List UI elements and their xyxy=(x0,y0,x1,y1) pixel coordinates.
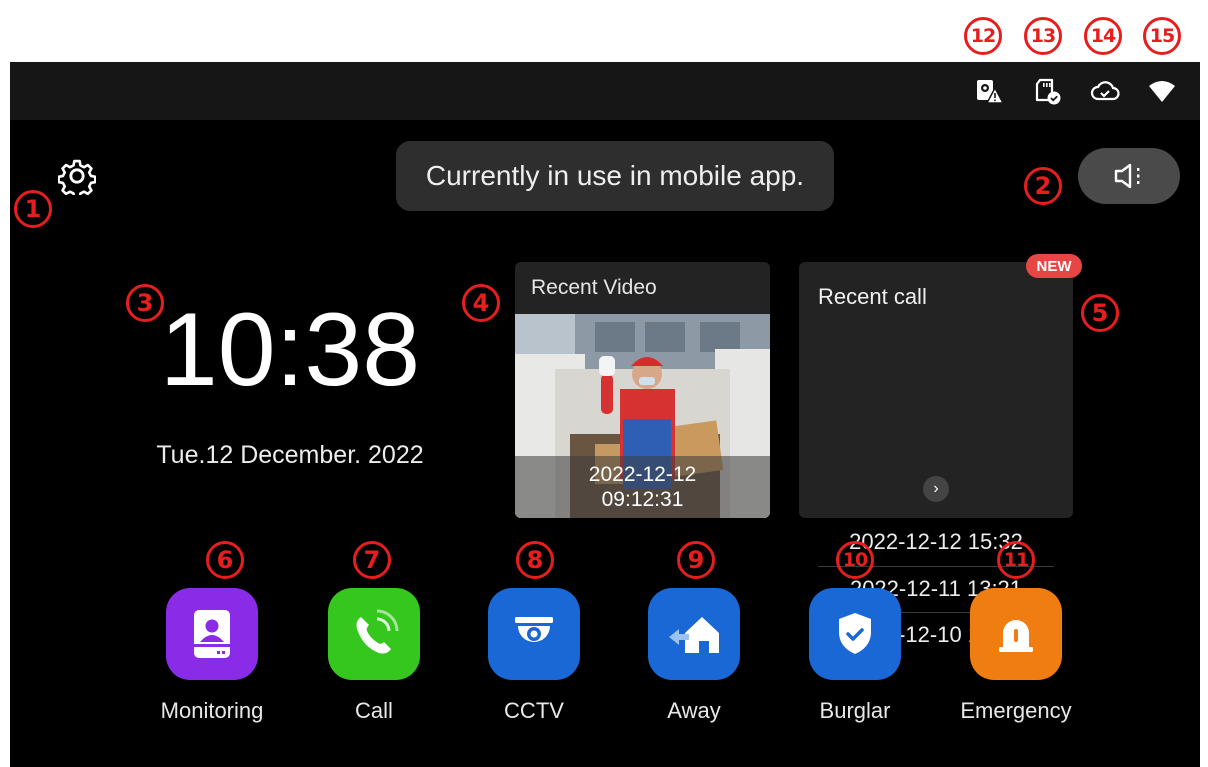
app-away-label: Away xyxy=(667,698,721,723)
clock-date: Tue.12 December. 2022 xyxy=(156,441,424,469)
speaker-icon xyxy=(1114,163,1140,189)
callout-7: 7 xyxy=(353,541,391,579)
callout-1: 1 xyxy=(14,190,52,228)
callout-11: 11 xyxy=(997,541,1035,579)
new-badge: NEW xyxy=(1026,254,1082,278)
toast-message: Currently in use in mobile app. xyxy=(425,160,805,191)
speaker-button[interactable] xyxy=(1078,148,1180,204)
callout-13: 13 xyxy=(1024,17,1062,55)
app-burglar-button[interactable] xyxy=(809,588,901,680)
callout-14: 14 xyxy=(1084,17,1122,55)
app-burglar-label: Burglar xyxy=(819,698,891,723)
callout-4: 4 xyxy=(462,284,500,322)
callout-12: 12 xyxy=(964,17,1002,55)
recent-call-title: Recent call xyxy=(818,284,927,309)
app-emergency-label: Emergency xyxy=(960,698,1072,723)
shield-check-icon xyxy=(839,613,871,654)
recent-video-title: Recent Video xyxy=(531,276,657,299)
clock-time: 10:38 xyxy=(159,292,421,408)
sd-card-check-icon xyxy=(1035,78,1061,105)
recent-video-card[interactable]: Recent Video 2022-12-12 09:12:31 xyxy=(515,262,770,518)
callout-6: 6 xyxy=(206,541,244,579)
recent-call-more-button[interactable]: › xyxy=(923,476,949,502)
app-away-button[interactable] xyxy=(648,588,740,680)
recent-call-datetime: 2022-12-12 15:32 xyxy=(849,529,1023,554)
cloud-check-icon xyxy=(1090,81,1120,101)
wifi-icon xyxy=(1149,81,1175,102)
callout-10: 10 xyxy=(836,541,874,579)
callout-15: 15 xyxy=(1143,17,1181,55)
call-icon xyxy=(356,609,399,654)
app-cctv-button[interactable] xyxy=(488,588,580,680)
device-screen: Currently in use in mobile app. 10:38 Tu… xyxy=(10,62,1200,767)
siren-icon xyxy=(999,620,1033,652)
callout-2: 2 xyxy=(1024,167,1062,205)
monitoring-icon xyxy=(194,610,230,658)
app-emergency-button[interactable] xyxy=(970,588,1062,680)
recent-video-time: 09:12:31 xyxy=(601,488,684,511)
recent-video-timestamp: 2022-12-12 09:12:31 xyxy=(515,456,770,518)
app-call-button[interactable] xyxy=(328,588,420,680)
callout-8: 8 xyxy=(516,541,554,579)
cctv-alert-icon xyxy=(977,80,1004,104)
status-bar xyxy=(10,62,1200,120)
cctv-icon xyxy=(515,617,553,642)
callout-5: 5 xyxy=(1081,294,1119,332)
callout-3: 3 xyxy=(126,284,164,322)
app-cctv-label: CCTV xyxy=(504,698,564,723)
away-home-icon xyxy=(669,617,719,653)
recent-video-date: 2022-12-12 xyxy=(588,463,697,486)
app-call-label: Call xyxy=(355,698,393,723)
app-monitoring-label: Monitoring xyxy=(160,698,264,723)
settings-gear-icon[interactable] xyxy=(58,157,96,195)
callout-9: 9 xyxy=(677,541,715,579)
in-use-toast: Currently in use in mobile app. xyxy=(396,141,834,211)
app-monitoring-button[interactable] xyxy=(166,588,258,680)
